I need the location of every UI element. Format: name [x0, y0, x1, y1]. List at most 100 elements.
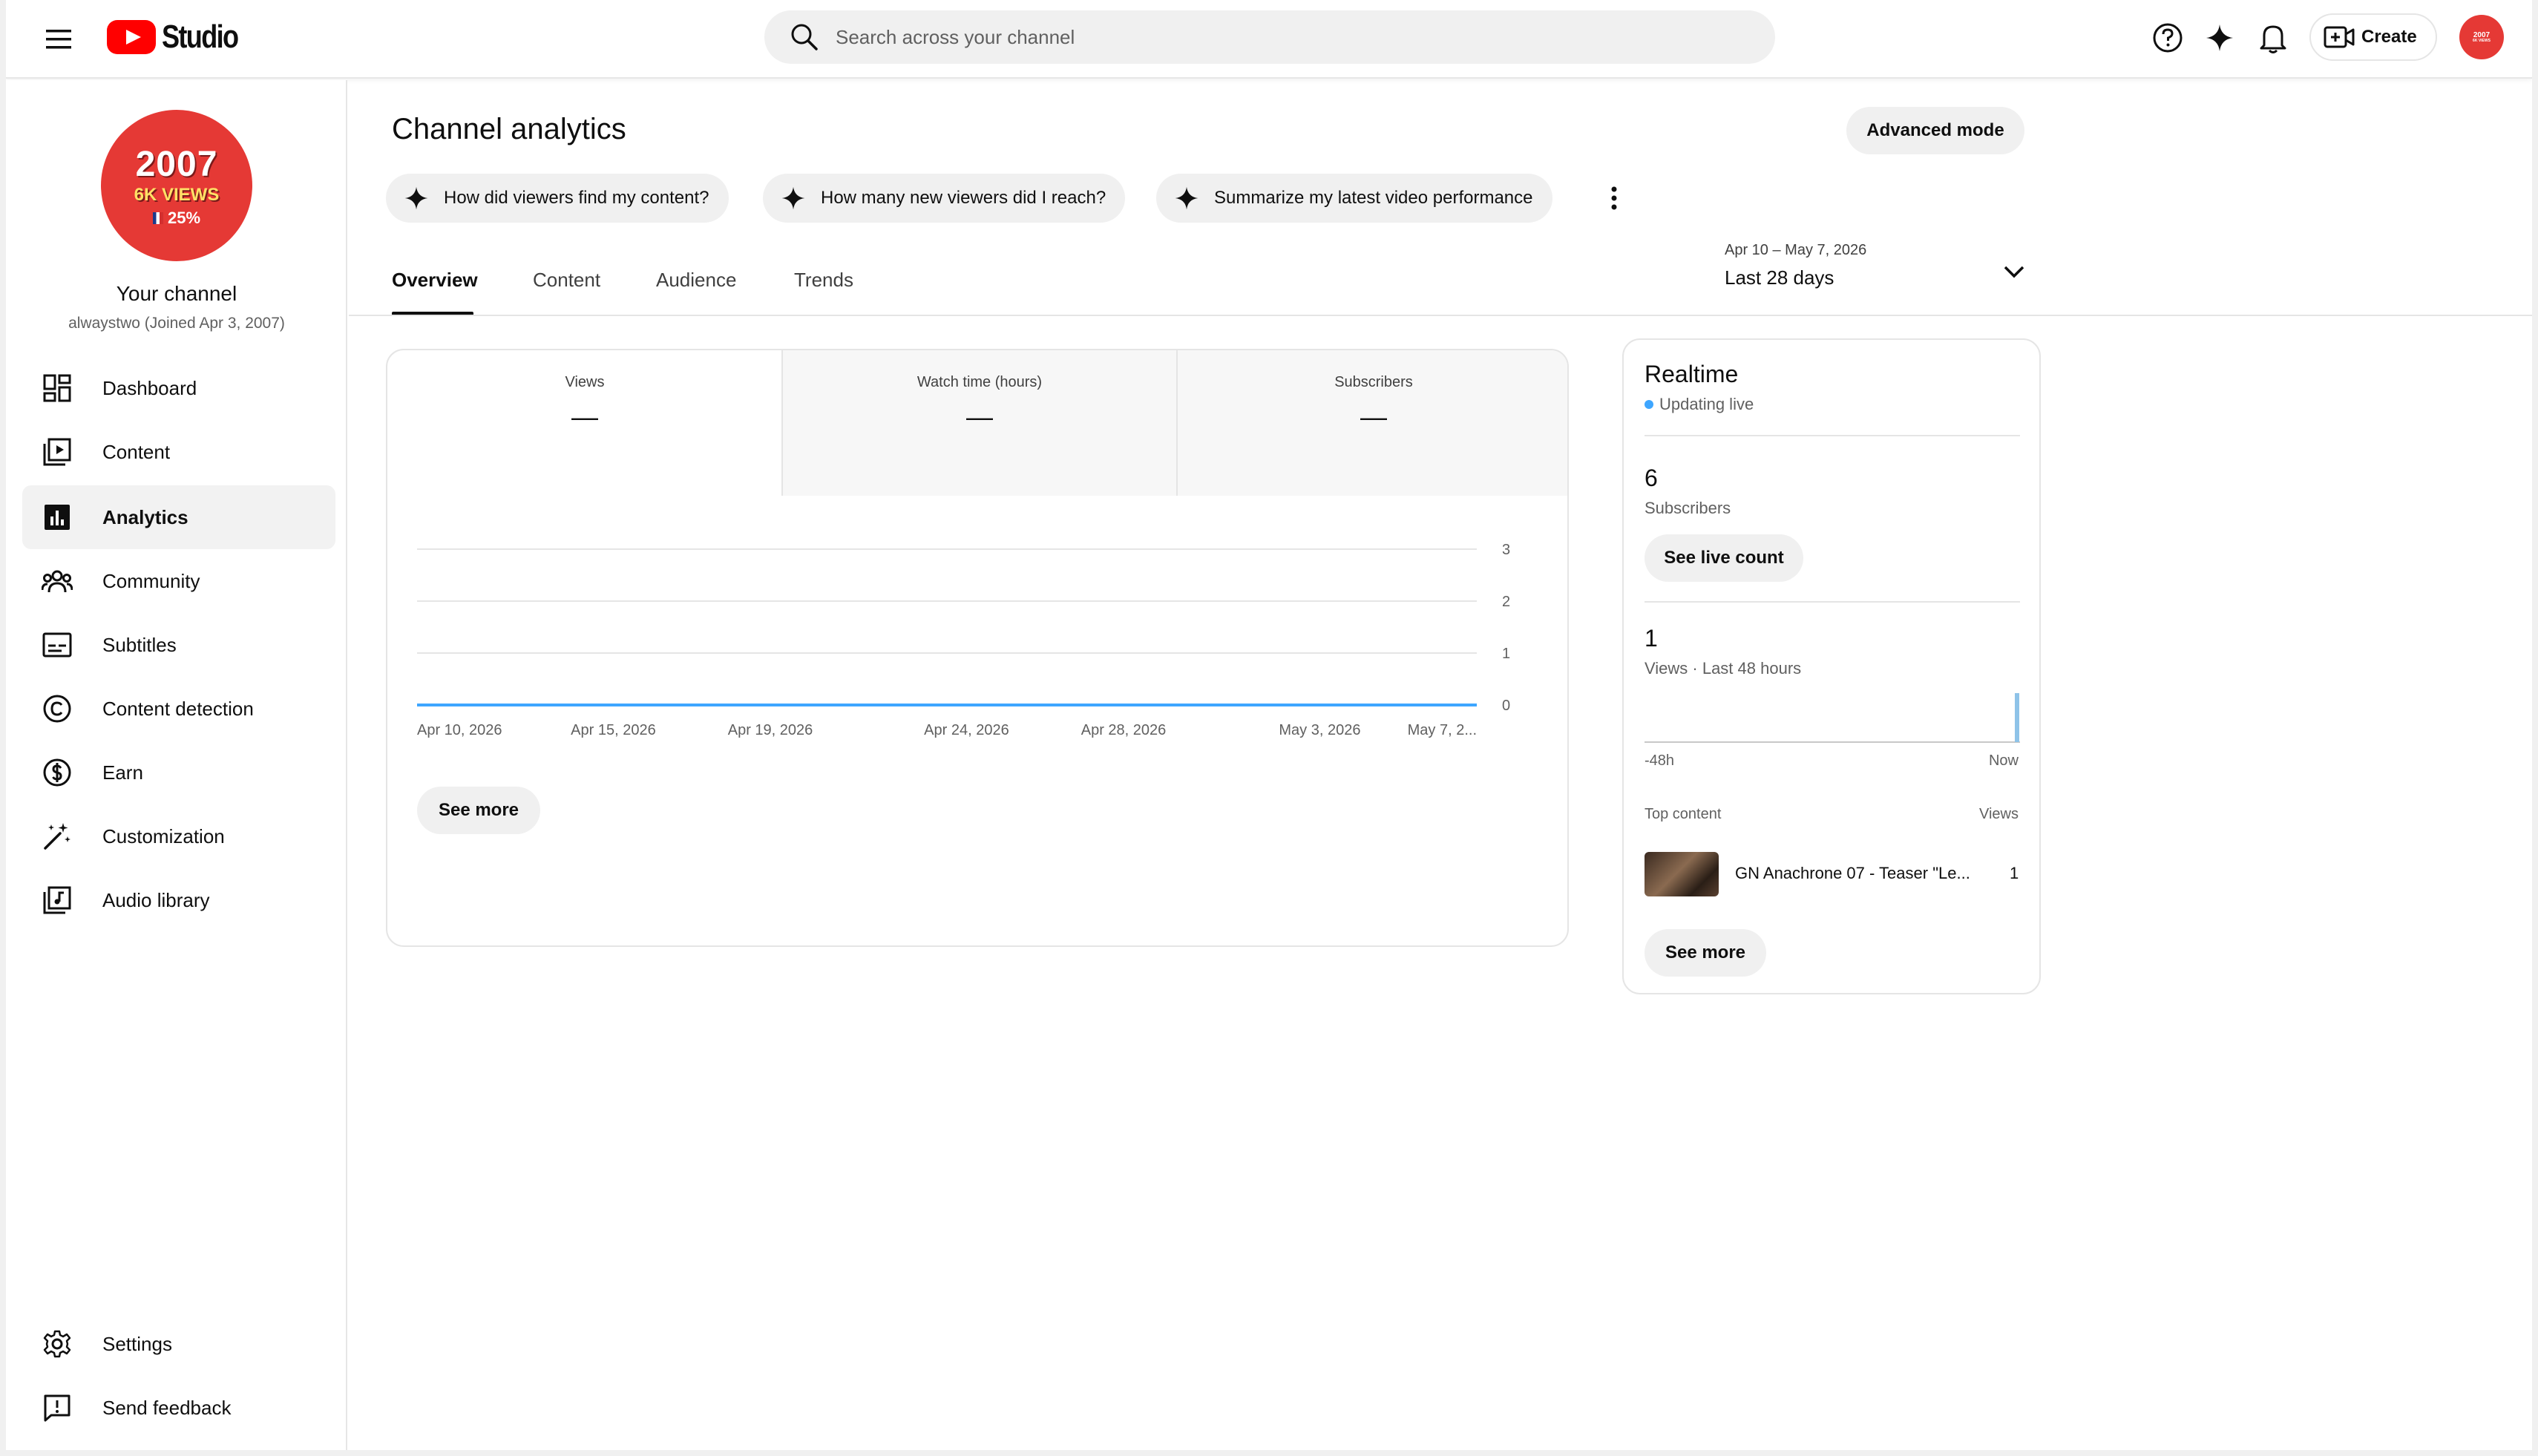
realtime-title: Realtime [1645, 361, 1739, 387]
content-icon [37, 432, 77, 472]
y-tick-label: 0 [1502, 698, 1510, 714]
suggestion-chip-viewers-find[interactable]: How did viewers find my content? [386, 174, 729, 223]
tab-audience[interactable]: Audience [656, 269, 736, 313]
search-input[interactable]: Search across your channel [836, 26, 1075, 49]
realtime-views-bar-chart [1645, 693, 2020, 743]
sidebar-item-settings[interactable]: Settings [22, 1312, 335, 1376]
page-title: Channel analytics [392, 113, 626, 145]
live-dot-icon [1645, 400, 1653, 409]
sidebar-item-subtitles[interactable]: Subtitles [22, 613, 335, 677]
x-tick-label: Apr 24, 2026 [924, 722, 1009, 738]
x-tick-label: Apr 10, 2026 [417, 722, 502, 738]
subtitles-icon [37, 625, 77, 665]
dollar-icon [37, 752, 77, 793]
suggestion-chip-summarize[interactable]: Summarize my latest video performance [1156, 174, 1552, 223]
help-icon[interactable] [2149, 19, 2186, 56]
create-label: Create [2361, 27, 2417, 47]
sidebar-item-label: Send feedback [102, 1396, 232, 1419]
sidebar-item-dashboard[interactable]: Dashboard [22, 356, 335, 420]
sidebar-item-content[interactable]: Content [22, 420, 335, 484]
gear-icon [37, 1324, 77, 1364]
main-content: Channel analytics Advanced mode How did … [349, 80, 2532, 1450]
sidebar-item-label: Settings [102, 1332, 172, 1355]
studio-logo[interactable]: Studio [107, 16, 255, 58]
sidebar-item-label: Earn [102, 761, 143, 784]
sidebar-item-label: Audio library [102, 888, 210, 911]
video-thumbnail[interactable] [1645, 852, 1719, 896]
tab-trends[interactable]: Trends [794, 269, 853, 313]
metric-value: — [571, 401, 598, 432]
x-tick-label: May 3, 2026 [1279, 722, 1360, 738]
sidebar-item-analytics[interactable]: Analytics [22, 485, 335, 549]
see-live-count-button[interactable]: See live count [1645, 534, 1803, 582]
search-bar[interactable]: Search across your channel [764, 10, 1775, 64]
metrics-card: Views — Watch time (hours) — Subscribers… [386, 349, 1569, 947]
chip-label: How did viewers find my content? [444, 188, 709, 208]
channel-avatar[interactable]: 2007 6K VIEWS 25% [101, 110, 252, 261]
metric-tab-watch-time[interactable]: Watch time (hours) — [782, 350, 1177, 496]
avatar-year: 2007 [135, 144, 218, 184]
realtime-divider [1645, 601, 2020, 603]
realtime-card: Realtime Updating live 6 Subscribers See… [1622, 338, 2041, 994]
tab-content[interactable]: Content [533, 269, 600, 313]
menu-icon[interactable] [42, 22, 76, 56]
x-tick-label: Apr 15, 2026 [571, 722, 656, 738]
date-range-picker[interactable]: Apr 10 – May 7, 2026 Last 28 days [1725, 242, 2036, 301]
sidebar-item-label: Content detection [102, 697, 254, 720]
sidebar-item-content-detection[interactable]: Content detection [22, 677, 335, 741]
sidebar-item-label: Subtitles [102, 633, 177, 656]
sidebar-item-customization[interactable]: Customization [22, 804, 335, 868]
top-video-title[interactable]: GN Anachrone 07 - Teaser "Le... [1735, 864, 1980, 883]
tabs-divider [349, 315, 2532, 316]
x-tick-label: May 7, 2... [1408, 722, 1477, 738]
metric-tab-subscribers[interactable]: Subscribers — [1177, 350, 1567, 496]
metric-title: Subscribers [1334, 374, 1413, 390]
avatar-percent: 25% [152, 209, 200, 228]
sparkle-icon [402, 184, 430, 212]
sidebar-item-label: Content [102, 440, 171, 463]
x-tick-label: Apr 28, 2026 [1081, 722, 1167, 738]
create-button[interactable]: Create [2309, 13, 2437, 61]
sidebar-item-label: Customization [102, 824, 225, 847]
realtime-divider [1645, 435, 2020, 436]
sidebar-item-earn[interactable]: Earn [22, 741, 335, 804]
top-bar: Studio Search across your channel Create… [6, 0, 2532, 79]
copyright-icon [37, 689, 77, 729]
more-options-icon[interactable] [1596, 180, 1633, 217]
views-column-label: Views [1979, 806, 2019, 822]
sparkle-icon[interactable] [2201, 19, 2238, 56]
tab-overview[interactable]: Overview [392, 269, 478, 313]
account-avatar[interactable]: 2007 6K VIEWS [2459, 15, 2504, 59]
sparkle-icon [1173, 184, 1201, 212]
advanced-mode-button[interactable]: Advanced mode [1846, 107, 2024, 154]
channel-handle: alwaystwo (Joined Apr 3, 2007) [68, 315, 285, 332]
realtime-subscribers-value: 6 [1645, 465, 1658, 491]
realtime-live-status: Updating live [1645, 395, 1754, 414]
chip-label: Summarize my latest video performance [1214, 188, 1533, 208]
sidebar-item-send-feedback[interactable]: Send feedback [22, 1376, 335, 1440]
youtube-logo-icon [107, 20, 156, 54]
metric-tab-views[interactable]: Views — [387, 350, 782, 496]
date-range-dates: Apr 10 – May 7, 2026 [1725, 242, 1867, 258]
suggestion-chip-new-viewers[interactable]: How many new viewers did I reach? [763, 174, 1126, 223]
feedback-icon [37, 1388, 77, 1428]
avatar-small-line2: 6K VIEWS [2473, 38, 2491, 43]
sidebar-item-community[interactable]: Community [22, 549, 335, 613]
flag-icon [152, 211, 163, 224]
chevron-down-icon [1998, 255, 2030, 288]
realtime-subscribers-label: Subscribers [1645, 499, 1731, 517]
realtime-axis-start: -48h [1645, 752, 1675, 769]
realtime-bar [2015, 693, 2019, 742]
realtime-axis-end: Now [1988, 752, 2019, 769]
see-more-button[interactable]: See more [417, 787, 540, 834]
notifications-icon[interactable] [2255, 19, 2292, 56]
avatar-views: 6K VIEWS [134, 184, 220, 205]
chip-label: How many new viewers did I reach? [821, 188, 1106, 208]
analytics-icon [37, 497, 77, 537]
app-frame: Studio Search across your channel Create… [6, 0, 2532, 1450]
views-line-chart: 0 1 2 3 Apr 10, 2026 Apr 15, 2026 Apr 19, 2026… [417, 542, 1510, 738]
realtime-see-more-button[interactable]: See more [1645, 929, 1766, 977]
x-tick-label: Apr 19, 2026 [728, 722, 813, 738]
sidebar: 2007 6K VIEWS 25% Your channel alwaystwo… [6, 80, 347, 1450]
sidebar-item-audio-library[interactable]: Audio library [22, 868, 335, 932]
